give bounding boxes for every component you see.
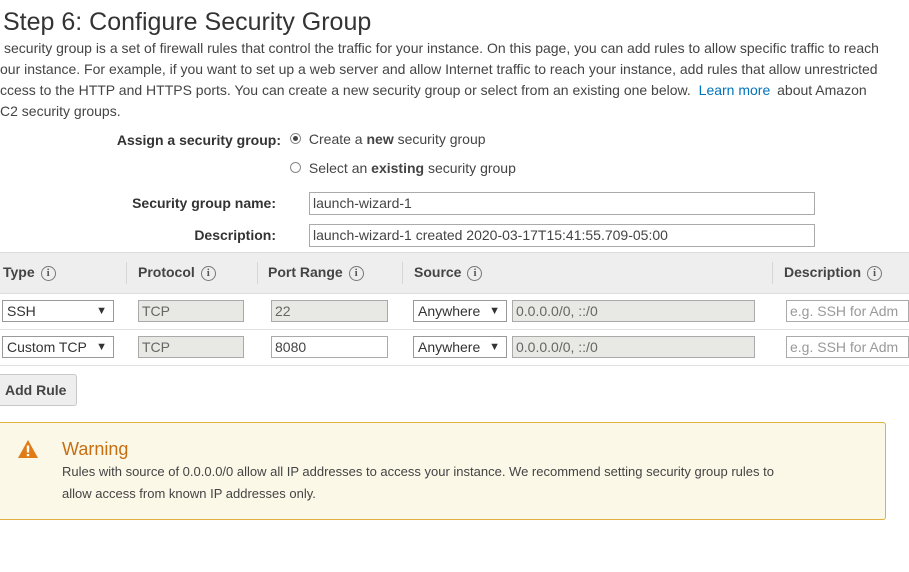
radio-button-unchecked[interactable] <box>290 162 301 173</box>
security-group-name-input[interactable]: launch-wizard-1 <box>309 192 815 215</box>
rule-source-select[interactable]: Anywhere ▼ <box>413 336 507 358</box>
rule-description-input[interactable]: e.g. SSH for Adm <box>786 336 909 358</box>
add-rule-button[interactable]: Add Rule <box>0 374 77 406</box>
warning-title: Warning <box>62 439 129 459</box>
column-divider <box>402 262 403 284</box>
chevron-down-icon: ▼ <box>96 305 107 317</box>
chevron-down-icon: ▼ <box>489 341 500 353</box>
row-divider <box>0 365 909 366</box>
description-input[interactable]: launch-wizard-1 created 2020-03-17T15:41… <box>309 224 815 247</box>
header-port-range: Port Range i <box>268 264 364 281</box>
rule-source-select[interactable]: Anywhere ▼ <box>413 300 507 322</box>
rule-protocol-field: TCP <box>138 336 244 358</box>
row-divider <box>0 329 909 330</box>
warning-triangle-icon <box>17 439 39 462</box>
rule-description-input[interactable]: e.g. SSH for Adm <box>786 300 909 322</box>
header-description: Description i <box>784 264 883 281</box>
rule-protocol-field: TCP <box>138 300 244 322</box>
column-divider <box>126 262 127 284</box>
info-icon[interactable]: i <box>348 266 364 281</box>
rule-port-range-field: 22 <box>271 300 388 322</box>
info-icon[interactable]: i <box>867 266 883 281</box>
radio-create-new-label: Create a new security group <box>308 131 486 147</box>
description-label: Description: <box>194 227 276 243</box>
rule-source-cidr-field: 0.0.0.0/0, ::/0 <box>512 336 755 358</box>
header-source: Source i <box>414 264 483 281</box>
intro-line: our instance. For example, if you want t… <box>0 61 878 77</box>
assign-security-group-label: Assign a security group: <box>116 132 281 148</box>
intro-line: ccess to the HTTP and HTTPS ports. You c… <box>0 82 867 98</box>
rule-source-cidr-field: 0.0.0.0/0, ::/0 <box>512 300 755 322</box>
header-protocol: Protocol i <box>138 264 216 281</box>
radio-select-existing[interactable]: Select an existing security group <box>290 160 516 176</box>
security-group-name-label: Security group name: <box>132 195 276 211</box>
info-icon[interactable]: i <box>467 266 483 281</box>
radio-select-existing-label: Select an existing security group <box>308 160 516 176</box>
info-icon[interactable]: i <box>40 266 56 281</box>
chevron-down-icon: ▼ <box>96 341 107 353</box>
intro-line-text: ccess to the HTTP and HTTPS ports. You c… <box>0 82 691 98</box>
intro-line: C2 security groups. <box>0 103 121 119</box>
learn-more-link[interactable]: Learn more <box>699 82 771 98</box>
rule-type-select[interactable]: Custom TCP ▼ <box>2 336 114 358</box>
rule-port-range-input[interactable]: 8080 <box>271 336 388 358</box>
radio-button-checked[interactable] <box>290 133 301 144</box>
column-divider <box>257 262 258 284</box>
intro-paragraph: security group is a set of firewall rule… <box>0 0 909 125</box>
intro-line: security group is a set of firewall rule… <box>4 40 879 56</box>
intro-line-tail: about Amazon <box>777 82 867 98</box>
rule-type-select[interactable]: SSH ▼ <box>2 300 114 322</box>
column-divider <box>772 262 773 284</box>
warning-text-line: Rules with source of 0.0.0.0/0 allow all… <box>62 464 774 479</box>
chevron-down-icon: ▼ <box>489 305 500 317</box>
info-icon[interactable]: i <box>200 266 216 281</box>
header-type: Type i <box>3 264 56 281</box>
warning-text-line: allow access from known IP addresses onl… <box>62 486 316 501</box>
radio-create-new[interactable]: Create a new security group <box>290 131 486 147</box>
